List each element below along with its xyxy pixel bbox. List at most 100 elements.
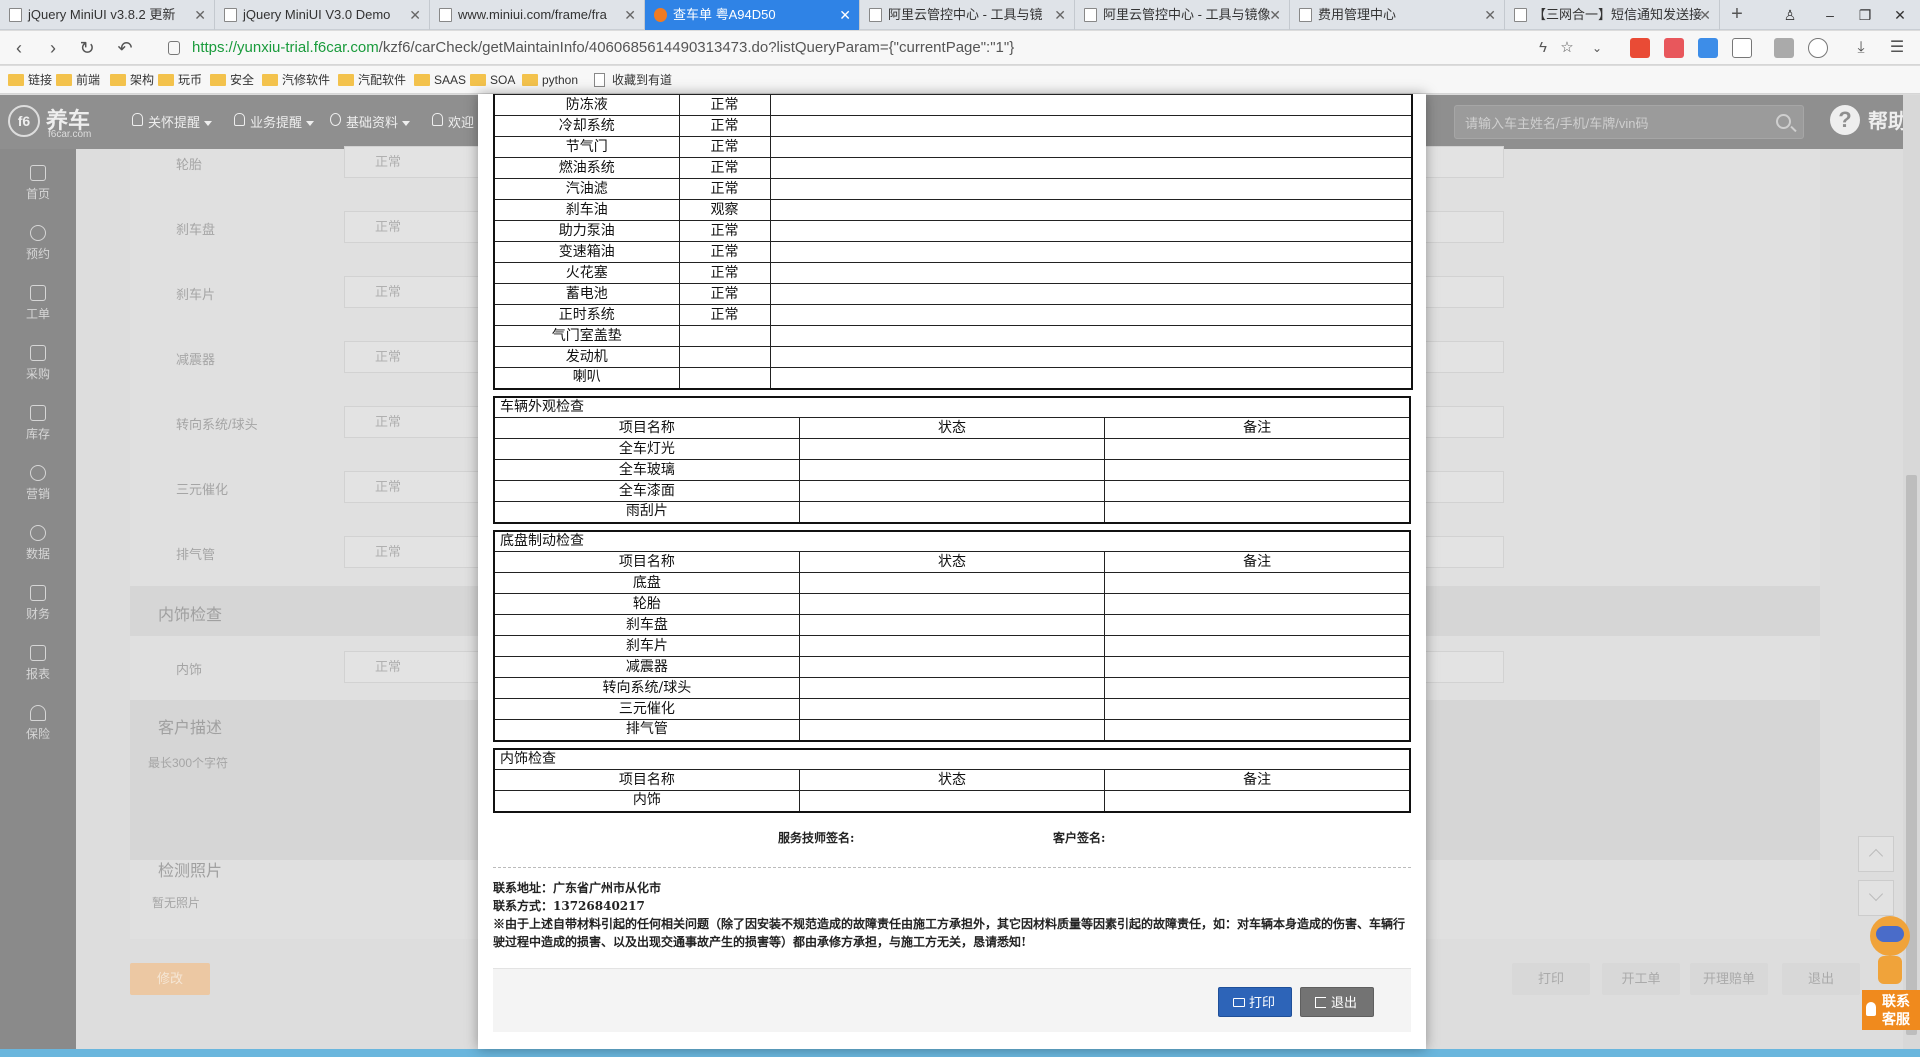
print-button[interactable]: 打印 [1218, 987, 1292, 1017]
browser-tab[interactable]: jQuery MiniUI V3.0 Demo ✕ [215, 0, 430, 30]
star-icon[interactable]: ☆ [1554, 35, 1580, 61]
sidebar-item-home[interactable]: 首页 [0, 159, 76, 209]
app-logo[interactable]: f6 养车 f6car.com [8, 105, 108, 140]
browser-tab[interactable]: www.miniui.com/frame/fra ✕ [430, 0, 645, 30]
table-row: 底盘 [493, 572, 1411, 594]
sidebar-item-purchase[interactable]: 采购 [0, 339, 76, 389]
gear-icon [330, 113, 341, 126]
note-cell [1104, 480, 1411, 502]
contact-service-button[interactable]: 联系 客服 [1862, 990, 1920, 1030]
chassis-check-table: 底盘制动检查 项目名称 状态 备注 底盘 轮胎 刹车盘 刹车片 减震器 转向系统/球头 三元催化… [493, 529, 1411, 742]
sidebar-item-reports[interactable]: 报表 [0, 639, 76, 689]
sidebar-item-marketing[interactable]: 营销 [0, 459, 76, 509]
textarea-placeholder[interactable]: 最长300个字符 [148, 754, 228, 771]
browser-tab[interactable]: 阿里云管控中心 - 工具与镜 ✕ [860, 0, 1075, 30]
scroll-top-button[interactable] [1858, 836, 1894, 872]
exit-button[interactable]: 退出 [1300, 987, 1374, 1017]
extension-icon[interactable] [1664, 38, 1684, 58]
minimize-button[interactable]: – [1810, 0, 1850, 30]
browser-tab[interactable]: 【三网合一】短信通知发送接 ✕ [1505, 0, 1720, 30]
open-claim-button[interactable]: 开理赔单 [1690, 963, 1768, 995]
dialog-action-bar: 打印 退出 [493, 968, 1411, 1032]
scroll-down-button[interactable] [1858, 880, 1894, 916]
browser-tab[interactable]: 费用管理中心 ✕ [1290, 0, 1505, 30]
reload-button[interactable]: ↻ [74, 35, 100, 61]
close-icon[interactable]: ✕ [194, 0, 206, 30]
user-icon[interactable] [1808, 38, 1828, 58]
status-cell [798, 572, 1106, 594]
bookmark-folder[interactable]: SAAS [414, 71, 466, 89]
close-icon[interactable]: ✕ [1699, 0, 1711, 30]
sidebar-item-insurance[interactable]: 保险 [0, 699, 76, 749]
sidebar-item-inventory[interactable]: 库存 [0, 399, 76, 449]
close-icon[interactable]: ✕ [1484, 0, 1496, 30]
status-cell [798, 635, 1106, 657]
extension-icon[interactable] [1698, 38, 1718, 58]
folder-icon [158, 74, 174, 86]
back-button[interactable]: ‹ [6, 35, 32, 61]
item-name-cell: 节气门 [493, 136, 680, 158]
robot-mascot-icon[interactable] [1864, 916, 1916, 988]
column-header: 备注 [1104, 551, 1411, 573]
customer-signature-label: 客户签名: [1053, 831, 1106, 845]
apps-icon[interactable] [1630, 38, 1650, 58]
bookmark-folder[interactable]: SOA [470, 71, 515, 89]
note-cell [1104, 438, 1411, 460]
sign-out-icon [1315, 997, 1326, 1008]
close-icon[interactable]: ✕ [1054, 0, 1066, 30]
menu-care-reminder[interactable]: 关怀提醒 [132, 112, 213, 131]
table-row: 刹车盘 [493, 614, 1411, 636]
edit-button[interactable]: 修改 [130, 963, 210, 995]
restore-button[interactable]: ❐ [1845, 0, 1885, 30]
url-input[interactable]: https://yunxiu-trial.f6car.com/kzf6/carC… [192, 35, 1642, 61]
help-button[interactable]: ? 帮助 [1830, 105, 1908, 135]
chevron-down-icon[interactable]: ⌄ [1584, 35, 1610, 61]
sidebar-item-finance[interactable]: 财务 [0, 579, 76, 629]
bookmark-link[interactable]: 收藏到有道 [592, 71, 672, 89]
page-scrollbar[interactable] [1903, 95, 1920, 1057]
download-icon[interactable]: ⤓ [1848, 35, 1874, 61]
forward-button[interactable]: › [40, 35, 66, 61]
shirt-icon[interactable]: ♙ [1770, 0, 1810, 30]
close-icon[interactable]: ✕ [1269, 0, 1281, 30]
bookmark-folder[interactable]: 前端 [56, 71, 100, 89]
browser-tab[interactable]: 阿里云管控中心 - 工具与镜像 ✕ [1075, 0, 1290, 30]
table-row: 冷却系统 正常 [493, 115, 1413, 137]
code-icon[interactable] [1732, 38, 1752, 58]
close-icon[interactable]: ✕ [624, 0, 636, 30]
bookmark-folder[interactable]: 汽配软件 [338, 71, 406, 89]
bookmark-folder[interactable]: 玩币 [158, 71, 202, 89]
search-input[interactable] [1465, 112, 1755, 134]
open-workorder-button[interactable]: 开工单 [1602, 963, 1680, 995]
browser-tab-active[interactable]: 查车单 粤A94D50 ✕ [645, 0, 860, 30]
close-icon[interactable]: ✕ [839, 0, 851, 30]
search-icon[interactable] [1776, 114, 1791, 129]
bookmark-folder[interactable]: python [522, 71, 578, 89]
bookmark-folder[interactable]: 链接 [8, 71, 52, 89]
exit-bg-button[interactable]: 退出 [1782, 963, 1860, 995]
close-icon[interactable]: ✕ [409, 0, 421, 30]
menu-welcome[interactable]: 欢迎 [432, 112, 474, 131]
lightning-icon[interactable]: ϟ [1530, 35, 1556, 61]
menu-basic-data[interactable]: 基础资料 [330, 112, 411, 131]
bookmark-folder[interactable]: 汽修软件 [262, 71, 330, 89]
folder-icon [110, 74, 126, 86]
extension-icon[interactable] [1774, 38, 1794, 58]
printer-icon [1233, 998, 1245, 1007]
browser-tab[interactable]: jQuery MiniUI v3.8.2 更新 ✕ [0, 0, 215, 30]
menu-business-reminder[interactable]: 业务提醒 [234, 112, 315, 131]
new-tab-button[interactable]: + [1722, 0, 1752, 30]
sidebar-item-booking[interactable]: 预约 [0, 219, 76, 269]
sidebar-item-workorder[interactable]: 工单 [0, 279, 76, 329]
table-row: 气门室盖垫 [493, 325, 1413, 347]
bookmark-folder[interactable]: 架构 [110, 71, 154, 89]
taskbar-strip [0, 1049, 1920, 1057]
status-cell: 正常 [678, 304, 771, 326]
menu-icon[interactable]: ☰ [1884, 35, 1910, 61]
undo-icon[interactable]: ↶ [112, 35, 138, 61]
print-bg-button[interactable]: 打印 [1512, 963, 1590, 995]
bookmark-folder[interactable]: 安全 [210, 71, 254, 89]
sidebar-item-data[interactable]: 数据 [0, 519, 76, 569]
close-window-button[interactable]: ✕ [1880, 0, 1920, 30]
item-name-cell: 减震器 [493, 656, 800, 678]
